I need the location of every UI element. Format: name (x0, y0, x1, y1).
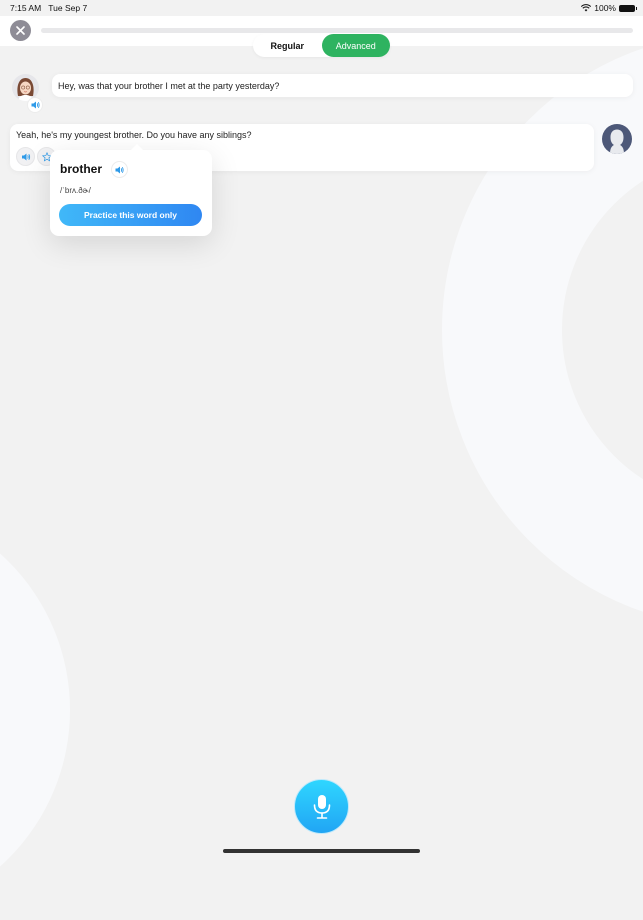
background-ring-decoration (442, 32, 643, 628)
word-popover: brother /ˈbrʌ.ðɚ/ Practice this word onl… (50, 144, 212, 236)
popover-word: brother (60, 162, 102, 176)
microphone-icon (313, 794, 330, 819)
user-avatar (602, 124, 632, 154)
speaker-icon (21, 153, 30, 160)
mode-regular-tab[interactable]: Regular (253, 34, 322, 57)
message-audio-button[interactable] (16, 147, 35, 166)
mode-toggle: Regular Advanced (253, 34, 390, 57)
home-indicator (223, 849, 420, 853)
mode-advanced-tab[interactable]: Advanced (321, 34, 390, 57)
speaker-icon (115, 166, 124, 173)
microphone-button[interactable] (294, 779, 349, 834)
user-message-text[interactable]: Yeah, he's my youngest brother. Do you h… (16, 130, 252, 140)
wifi-icon (581, 4, 592, 12)
lesson-progress-bar (41, 28, 633, 33)
battery-percent: 100% (594, 3, 616, 13)
battery-icon (619, 4, 637, 12)
background-circle-decoration (0, 500, 70, 920)
bot-message-bubble: Hey, was that your brother I met at the … (52, 74, 633, 97)
status-time: 7:15 AM Tue Sep 7 (10, 3, 88, 13)
speaker-icon (31, 101, 40, 109)
bot-audio-button[interactable] (27, 97, 43, 113)
practice-word-button[interactable]: Practice this word only (59, 204, 202, 226)
popover-ipa: /ˈbrʌ.ðɚ/ (60, 186, 91, 195)
status-date: Tue Sep 7 (48, 3, 88, 13)
close-button[interactable] (10, 20, 31, 41)
status-bar: 7:15 AM Tue Sep 7 100% (0, 0, 643, 16)
word-audio-button[interactable] (111, 161, 128, 178)
close-icon (16, 26, 25, 35)
bot-message-text: Hey, was that your brother I met at the … (58, 81, 280, 91)
